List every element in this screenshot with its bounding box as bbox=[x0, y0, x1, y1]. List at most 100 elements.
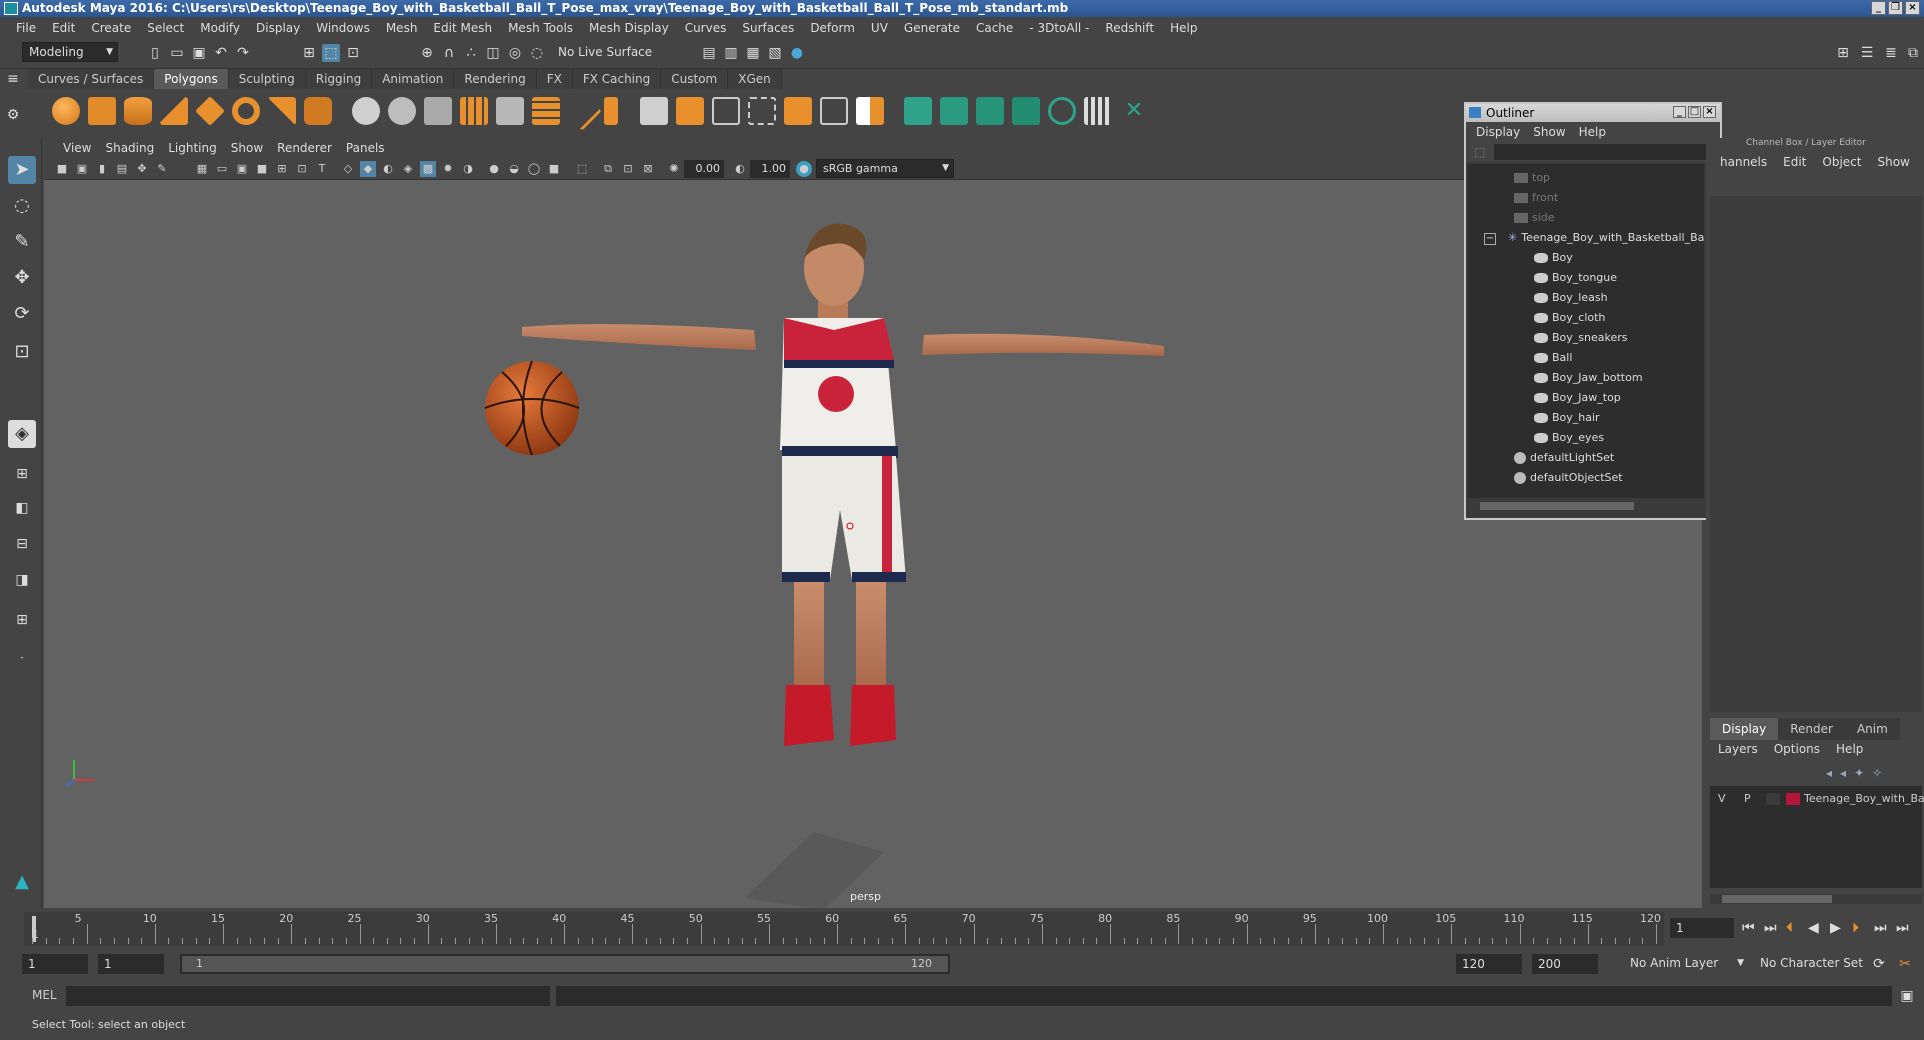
outliner-item-top[interactable]: top bbox=[1514, 168, 1550, 188]
tab-custom[interactable]: Custom bbox=[661, 69, 729, 89]
menu-edit[interactable]: Edit bbox=[44, 21, 83, 35]
tab-curves-surfaces[interactable]: Curves / Surfaces bbox=[28, 69, 155, 89]
menu-surfaces[interactable]: Surfaces bbox=[734, 21, 802, 35]
layer-horizontal-scrollbar[interactable] bbox=[1710, 894, 1922, 904]
mirror-icon[interactable] bbox=[856, 97, 884, 125]
layer-name[interactable]: Teenage_Boy_with_Ba: bbox=[1804, 790, 1924, 808]
tab-polygons[interactable]: Polygons bbox=[154, 69, 229, 89]
outliner-layout-icon[interactable]: ⊞ bbox=[8, 606, 36, 634]
tab-fx[interactable]: FX bbox=[536, 69, 573, 89]
safe-title-icon[interactable]: T bbox=[314, 161, 330, 177]
film-gate-icon[interactable]: ▭ bbox=[214, 161, 230, 177]
select-tool-icon[interactable]: ➤ bbox=[8, 156, 36, 184]
menu-uv[interactable]: UV bbox=[863, 21, 896, 35]
vp-menu-renderer[interactable]: Renderer bbox=[270, 141, 339, 155]
outliner-item-boy-leash[interactable]: Boy_leash bbox=[1534, 288, 1608, 308]
uv-cylindrical-icon[interactable] bbox=[940, 97, 968, 125]
poly-cylinder-icon[interactable] bbox=[124, 97, 152, 125]
outliner-window[interactable]: Outliner _ □ × Display Show Help ⬚ top f… bbox=[1464, 102, 1722, 520]
uv-planar-icon[interactable] bbox=[904, 97, 932, 125]
new-layer-from-selected-icon[interactable]: ✧ bbox=[1872, 766, 1882, 780]
outliner-item-default-light-set[interactable]: defaultLightSet bbox=[1514, 448, 1614, 468]
menu-generate[interactable]: Generate bbox=[896, 21, 968, 35]
shadows-icon[interactable]: ◑ bbox=[460, 161, 476, 177]
preferences-icon[interactable]: ✂ bbox=[1896, 955, 1914, 973]
paint-select-tool-icon[interactable]: ✎ bbox=[8, 228, 36, 256]
exposure-field[interactable]: 0.00 bbox=[684, 160, 724, 178]
tab-xgen[interactable]: XGen bbox=[728, 69, 782, 89]
outliner-item-boy-sneakers[interactable]: Boy_sneakers bbox=[1534, 328, 1628, 348]
outliner-menu-show[interactable]: Show bbox=[1529, 125, 1574, 139]
outliner-item-front[interactable]: front bbox=[1514, 188, 1558, 208]
step-back-frame-icon[interactable]: ⏴ bbox=[1786, 920, 1793, 936]
layer-type-toggle[interactable] bbox=[1766, 793, 1780, 805]
use-all-lights-icon[interactable]: ✹ bbox=[440, 161, 456, 177]
command-language-label[interactable]: MEL bbox=[32, 988, 57, 1002]
uv-layout-icon[interactable] bbox=[1084, 97, 1112, 125]
outliner-minimize-button[interactable]: _ bbox=[1673, 106, 1686, 118]
tab-anim[interactable]: Anim bbox=[1844, 718, 1900, 740]
channel-box-toggle-icon[interactable]: ⧉ bbox=[1904, 44, 1922, 62]
outliner-item-boy-eyes[interactable]: Boy_eyes bbox=[1534, 428, 1604, 448]
outliner-menu-display[interactable]: Display bbox=[1472, 125, 1529, 139]
poly-cone-icon[interactable] bbox=[160, 97, 188, 125]
field-chart-icon[interactable]: ⊞ bbox=[274, 161, 290, 177]
open-scene-icon[interactable]: ▭ bbox=[168, 44, 186, 62]
move-layer-up-icon[interactable]: ◂ bbox=[1826, 766, 1832, 780]
circularize-icon[interactable] bbox=[820, 97, 848, 125]
hypershade-layout-icon[interactable]: ◨ bbox=[8, 566, 36, 594]
menu-file[interactable]: File bbox=[8, 21, 44, 35]
shelf-options[interactable]: ≡ ⚙ bbox=[4, 70, 24, 130]
render-frame-icon[interactable]: ▤ bbox=[700, 44, 718, 62]
collapse-toggle-icon[interactable]: − bbox=[1484, 233, 1496, 245]
render-settings-icon[interactable]: ▦ bbox=[744, 44, 762, 62]
outliner-search-input[interactable] bbox=[1494, 144, 1708, 160]
cb-menu-edit[interactable]: Edit bbox=[1775, 155, 1814, 169]
layer-playback-toggle[interactable]: P bbox=[1744, 790, 1751, 808]
outliner-item-boy-tongue[interactable]: Boy_tongue bbox=[1534, 268, 1617, 288]
outliner-item-ball[interactable]: Ball bbox=[1534, 348, 1572, 368]
playback-end-field[interactable]: 120 bbox=[1456, 954, 1522, 974]
step-back-key-icon[interactable]: ⏭ bbox=[1764, 920, 1777, 936]
gate-mask-icon[interactable]: ■ bbox=[254, 161, 270, 177]
screen-space-ao-icon[interactable]: ● bbox=[486, 161, 502, 177]
two-d-pan-icon[interactable]: ✥ bbox=[134, 161, 150, 177]
scrollbar-thumb[interactable] bbox=[1480, 502, 1634, 510]
outliner-item-boy-jaw-top[interactable]: Boy_Jaw_top bbox=[1534, 388, 1621, 408]
layer-color-swatch[interactable] bbox=[1786, 793, 1800, 805]
layout-options-icon[interactable]: · bbox=[8, 644, 36, 672]
resolution-gate-icon[interactable]: ▣ bbox=[234, 161, 250, 177]
hypershade-icon[interactable]: ▧ bbox=[766, 44, 784, 62]
layer-menu-help[interactable]: Help bbox=[1828, 742, 1871, 756]
gamma-field[interactable]: 1.00 bbox=[750, 160, 790, 178]
tab-sculpting[interactable]: Sculpting bbox=[228, 69, 306, 89]
smooth-shade-icon[interactable]: ◆ bbox=[360, 161, 376, 177]
menu-help[interactable]: Help bbox=[1162, 21, 1205, 35]
menu-modify[interactable]: Modify bbox=[192, 21, 248, 35]
menu-3dtoall[interactable]: - 3DtoAll - bbox=[1021, 21, 1097, 35]
uv-unfold-icon[interactable] bbox=[1048, 97, 1076, 125]
menu-create[interactable]: Create bbox=[83, 21, 139, 35]
outliner-item-default-object-set[interactable]: defaultObjectSet bbox=[1514, 468, 1623, 488]
motion-blur-icon[interactable]: ◒ bbox=[506, 161, 522, 177]
uv-spherical-icon[interactable] bbox=[976, 97, 1004, 125]
save-scene-icon[interactable]: ▣ bbox=[190, 44, 208, 62]
vp-menu-shading[interactable]: Shading bbox=[98, 141, 161, 155]
command-input[interactable] bbox=[66, 986, 550, 1006]
character-set-dropdown[interactable]: No Character Set bbox=[1754, 954, 1874, 974]
tab-render[interactable]: Render bbox=[1778, 718, 1845, 740]
tab-display[interactable]: Display bbox=[1710, 718, 1779, 740]
new-layer-icon[interactable]: ✦ bbox=[1854, 766, 1864, 780]
snap-view-icon[interactable]: ◫ bbox=[484, 44, 502, 62]
time-slider[interactable]: 1 5 10 15 20 25 30 35 40 45 50 55 60 65 70 75 80 85 90 95 1… bbox=[24, 912, 1664, 946]
vp-menu-lighting[interactable]: Lighting bbox=[161, 141, 224, 155]
gamma-icon[interactable]: ◐ bbox=[732, 161, 748, 177]
menu-mesh-tools[interactable]: Mesh Tools bbox=[500, 21, 581, 35]
menu-curves[interactable]: Curves bbox=[677, 21, 735, 35]
menu-set-dropdown[interactable]: Modeling ▼ bbox=[22, 42, 118, 62]
uv-editor-icon[interactable]: ✕ bbox=[1120, 97, 1148, 125]
extrude-icon[interactable] bbox=[460, 97, 488, 125]
menu-cache[interactable]: Cache bbox=[968, 21, 1021, 35]
wireframe-on-shaded-icon[interactable]: ◈ bbox=[400, 161, 416, 177]
layer-menu-options[interactable]: Options bbox=[1766, 742, 1828, 756]
